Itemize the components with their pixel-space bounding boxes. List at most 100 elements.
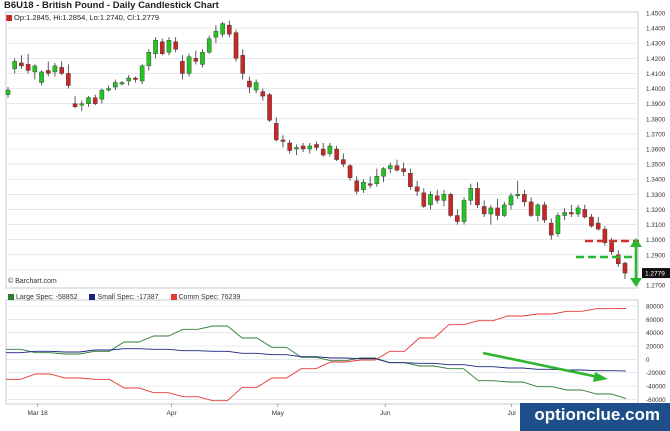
candle [173, 37, 178, 53]
candle-body [408, 172, 413, 187]
candle [247, 76, 252, 94]
price-tick-label: 1.3700 [646, 131, 666, 138]
legend-large-label: Large Spec: -58852 [16, 294, 78, 301]
legend-comm-spec: Comm Spec: 76239 [170, 294, 240, 301]
candle-body [428, 194, 433, 206]
candlestick-series [5, 20, 628, 279]
candle-body [461, 200, 467, 222]
price-tick-label: 1.4000 [646, 86, 666, 93]
candle-body [180, 61, 185, 74]
candle [99, 88, 105, 104]
candle-body [119, 82, 125, 85]
candle-body [126, 77, 131, 82]
candle-body [434, 195, 440, 201]
candle [347, 164, 353, 181]
candle-body [240, 55, 246, 74]
candle [542, 201, 547, 224]
candle-body [562, 212, 567, 216]
candle [448, 192, 453, 217]
price-chart-svg[interactable]: 1.4500 1.4400 1.4300 1.4200 1.4100 1.4000 1.39… [0, 0, 670, 431]
candle-body [159, 41, 165, 55]
x-tick-label: Jun [380, 410, 391, 417]
candle-body [475, 188, 480, 206]
price-tick-label: 1.3900 [646, 101, 666, 108]
cot-grid [5, 299, 639, 405]
legend-small-label: Small Spec: -17387 [97, 294, 159, 301]
last-price-label: 1.2779 [645, 271, 665, 278]
candle [320, 142, 326, 157]
legend-large-spec: Large Spec: -58852 [8, 294, 78, 301]
x-tick-label: May [272, 410, 285, 417]
candle-body [441, 194, 447, 201]
candle-body [12, 61, 17, 70]
candle-body [287, 142, 292, 151]
candle-body [555, 215, 561, 234]
candle-body [267, 94, 272, 121]
candle-body [495, 207, 500, 216]
candle [381, 167, 386, 183]
candle [575, 204, 581, 217]
legend-comm-swatch-icon [170, 294, 177, 301]
candle-body [99, 89, 105, 100]
candle-body [455, 215, 460, 222]
price-axis: 1.4500 1.4400 1.4300 1.4200 1.4100 1.4000 1.39… [642, 11, 670, 290]
candle-body [5, 89, 11, 95]
legend-small-swatch-icon [89, 294, 96, 301]
price-tick-label: 1.3800 [646, 116, 666, 123]
candle [66, 64, 71, 89]
candle-body [374, 175, 380, 184]
candle [307, 142, 313, 154]
candle-body [542, 204, 547, 221]
candle [72, 96, 78, 109]
candle [495, 198, 500, 221]
candle-body [589, 216, 594, 227]
candle-body [548, 222, 554, 236]
candle [206, 35, 212, 54]
candle [421, 188, 427, 208]
price-tick-label: 1.2900 [646, 252, 666, 259]
trend-arrow-icon [482, 351, 599, 379]
candle [193, 50, 199, 65]
candle [92, 94, 98, 106]
candle-body [146, 52, 152, 67]
candle [273, 117, 279, 142]
candle [475, 182, 480, 208]
candle [589, 213, 594, 228]
candle-body [193, 58, 199, 62]
price-tick-label: 1.4500 [646, 11, 666, 18]
cot-tick-label: 40000 [646, 330, 664, 337]
candle-body [186, 56, 192, 74]
candle-body [39, 71, 44, 83]
candle [461, 197, 467, 225]
candle [354, 176, 360, 195]
candle-body [133, 77, 138, 80]
down-arrow-head-icon [630, 278, 642, 287]
small-spec-line [6, 348, 627, 372]
candle-body [86, 97, 91, 104]
candle [361, 179, 366, 193]
candle-body [247, 80, 252, 88]
candle-body [414, 186, 420, 192]
candle [139, 64, 145, 85]
candle [119, 81, 125, 86]
candle-body [166, 40, 172, 53]
price-tick-label: 1.3600 [646, 147, 666, 154]
candle [133, 76, 138, 83]
candle-body [515, 194, 520, 197]
candle-body [294, 147, 299, 150]
candle-body [206, 38, 212, 53]
candle-body [367, 183, 373, 186]
candle [126, 74, 131, 86]
candle-body [25, 64, 31, 71]
price-tick-label: 1.3500 [646, 162, 666, 169]
up-arrow-head-icon [630, 238, 642, 247]
candle [260, 88, 266, 101]
cot-tick-label: 80000 [646, 304, 664, 311]
candle [434, 189, 440, 204]
candle-body [508, 195, 514, 206]
candle-body [481, 206, 487, 215]
candle [595, 217, 601, 231]
candle [341, 153, 346, 168]
candle [166, 37, 172, 56]
candle [555, 212, 561, 237]
